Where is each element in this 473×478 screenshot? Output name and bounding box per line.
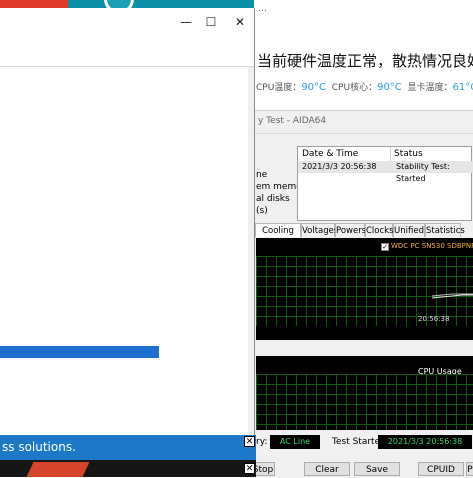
gpu-temp-value: 61°C: [452, 82, 473, 93]
test-started-value: 2021/3/3 20:56:38: [378, 435, 472, 449]
installer-window: — ☐ ✕: [0, 8, 255, 435]
graph-time-label: 20:56:38: [418, 315, 450, 323]
close-button[interactable]: ✕: [229, 12, 251, 32]
minimize-button[interactable]: —: [175, 12, 197, 32]
cpu-core-label: CPU核心：: [331, 83, 378, 93]
desktop-tile-orange: [26, 462, 90, 477]
aida64-window-title: y Test - AIDA64: [258, 116, 327, 126]
temperature-graph-footer: [256, 326, 473, 340]
title-divider: [255, 133, 473, 134]
installer-content: [0, 67, 248, 435]
tab-clocks[interactable]: Clocks: [365, 223, 394, 237]
column-header-status[interactable]: Status: [390, 147, 469, 161]
legend-disk-label: WDC PC SN530 SDBPNPZ-512: [391, 242, 473, 250]
graph-separator: [255, 340, 473, 356]
install-progress-bar: [0, 346, 248, 358]
maximize-button[interactable]: ☐: [200, 12, 222, 32]
battery-label: ry:: [256, 437, 268, 447]
tab-unified[interactable]: Unified: [393, 223, 425, 237]
installer-scrollbar[interactable]: [248, 67, 254, 435]
column-header-datetime[interactable]: Date & Time: [298, 147, 391, 161]
cpuid-button[interactable]: CPUID: [418, 462, 464, 476]
cpu-core-value: 90°C: [377, 82, 402, 93]
tab-voltages[interactable]: Voltages: [301, 223, 338, 237]
temperature-status-text: 当前硬件温度正常，散热情况良好: [257, 52, 473, 70]
top-text-fragment: …: [258, 4, 267, 14]
stability-log-table: Date & Time Status 2021/3/3 20:56:38 Sta…: [297, 146, 473, 221]
installer-titlebar: — ☐ ✕: [0, 8, 254, 38]
legend-checkbox[interactable]: ✓: [381, 243, 389, 251]
tab-cooling-fans[interactable]: Cooling Fans: [255, 223, 301, 250]
graph-tabs: Cooling Fans Voltages Powers Clocks Unif…: [255, 223, 473, 250]
cpu-temp-value: 90°C: [301, 82, 327, 93]
tab-powers[interactable]: Powers: [335, 223, 366, 237]
save-button[interactable]: Save: [354, 462, 400, 476]
log-cell-time: 2021/3/3 20:56:38: [298, 161, 392, 173]
promo-banner-text: ss solutions.: [2, 440, 76, 454]
battery-value: AC Line: [270, 435, 320, 449]
banner-close-button[interactable]: ✕: [244, 436, 255, 447]
temperature-readouts: CPU温度：90°C CPU核心：90°C 显卡温度：61°C 硬: [256, 80, 473, 93]
gpu-temp-label: 显卡温度：: [407, 83, 453, 93]
stress-option-gpu[interactable]: (s): [256, 206, 268, 216]
preferences-button[interactable]: P: [466, 462, 473, 476]
taskbar-close-button[interactable]: ✕: [244, 463, 255, 474]
clear-button[interactable]: Clear: [304, 462, 350, 476]
installer-toolbar: [0, 38, 254, 67]
install-progress-fill: [0, 346, 159, 358]
cpu-usage-graph: [256, 374, 473, 430]
cpu-temp-label: CPU温度：: [256, 83, 302, 93]
stress-option-disks[interactable]: al disks: [256, 194, 290, 204]
log-cell-status: Stability Test: Started: [392, 161, 473, 183]
stress-option-cache[interactable]: ne: [256, 170, 267, 180]
tab-statistics[interactable]: Statistics: [425, 223, 465, 237]
